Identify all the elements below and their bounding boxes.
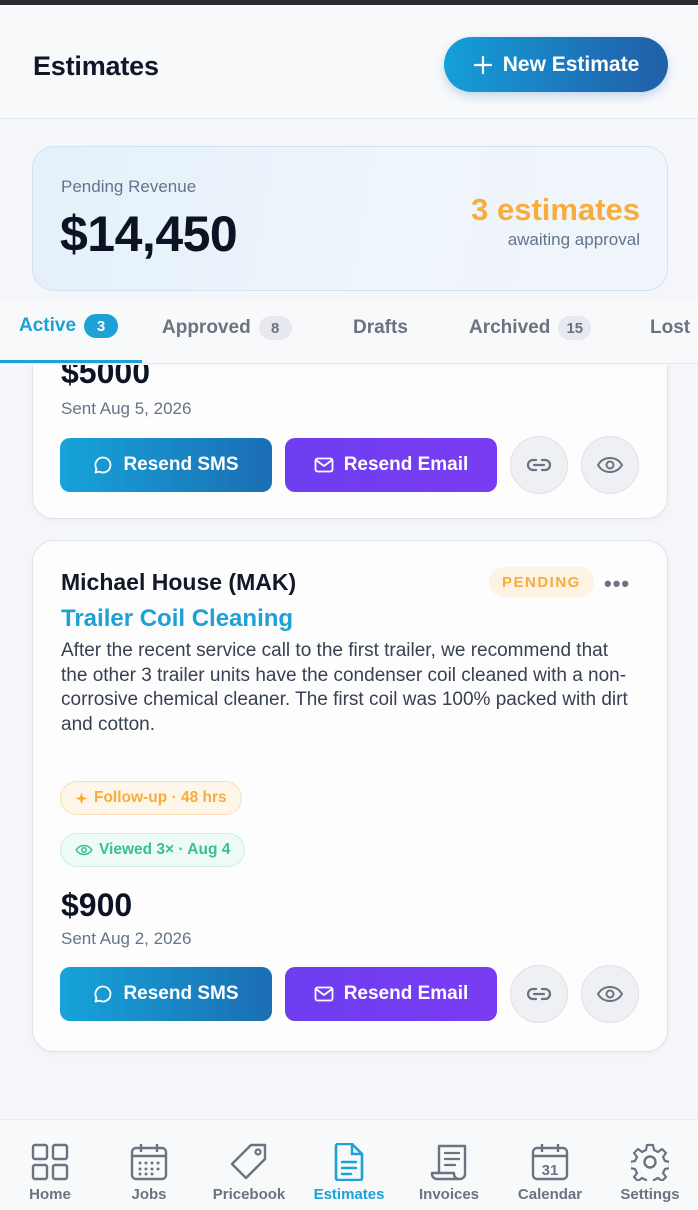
copy-link-button[interactable] [510, 965, 568, 1023]
chat-bubble-icon [94, 456, 112, 474]
eye-icon [596, 456, 624, 474]
tab-label: Lost [650, 317, 691, 338]
envelope-icon [314, 986, 334, 1002]
chat-bubble-icon [94, 985, 112, 1003]
tab-active[interactable]: Active 3 [19, 314, 119, 338]
new-estimate-label: New Estimate [502, 52, 640, 76]
nav-label: Settings [620, 1186, 680, 1203]
resend-email-button[interactable]: Resend Email [285, 438, 497, 492]
nav-jobs[interactable]: Jobs [99, 1120, 199, 1210]
estimate-card[interactable]: Michael House (MAK) PENDING ••• Trailer … [32, 540, 668, 1052]
status-badge: PENDING [489, 567, 594, 597]
document-icon [334, 1143, 364, 1181]
new-estimate-button[interactable]: New Estimate [444, 37, 668, 92]
tab-label: Archived [469, 317, 551, 338]
eye-icon [596, 985, 624, 1003]
follow-up-label: Follow-up · 48 hrs [94, 789, 227, 806]
gear-icon [631, 1143, 669, 1181]
status-tabs: Active 3 Approved 8 Drafts Archived 15 L… [0, 300, 698, 364]
card-actions: Resend SMS Resend Email [60, 436, 639, 494]
estimate-description: After the recent service call to the fir… [61, 640, 628, 735]
tab-count-badge: 15 [558, 316, 592, 340]
tab-approved[interactable]: Approved 8 [162, 316, 292, 340]
nav-invoices[interactable]: Invoices [399, 1120, 499, 1210]
nav-label: Estimates [313, 1186, 385, 1203]
nav-pricebook[interactable]: Pricebook [199, 1120, 299, 1210]
estimate-amount: $900 [61, 887, 133, 923]
estimate-title[interactable]: Trailer Coil Cleaning [61, 605, 293, 633]
app-header: Estimates New Estimate [0, 5, 698, 119]
nav-label: Jobs [131, 1186, 167, 1203]
tab-archived[interactable]: Archived 15 [469, 316, 592, 340]
sent-date: Sent Aug 5, 2026 [61, 399, 192, 418]
pending-revenue-label: Pending Revenue [61, 177, 197, 196]
resend-sms-button[interactable]: Resend SMS [60, 438, 272, 492]
active-tab-indicator [0, 360, 142, 363]
tab-count-badge: 3 [84, 314, 119, 338]
plus-icon [473, 55, 492, 74]
sent-date: Sent Aug 2, 2026 [61, 929, 192, 948]
tab-lost[interactable]: Lost [650, 316, 690, 340]
awaiting-approval-label: awaiting approval [507, 230, 640, 249]
tab-label: Drafts [353, 317, 408, 338]
tab-drafts[interactable]: Drafts [353, 316, 408, 340]
nav-calendar[interactable]: 31 Calendar [500, 1120, 600, 1210]
tab-label: Approved [162, 317, 251, 338]
copy-link-button[interactable] [510, 436, 568, 494]
estimate-amount: $5000 [61, 365, 150, 390]
nav-home[interactable]: Home [0, 1120, 100, 1210]
calendar-day-number: 31 [542, 1162, 559, 1179]
nav-label: Pricebook [212, 1186, 286, 1203]
nav-label: Calendar [517, 1186, 583, 1203]
estimates-list[interactable]: $5000 Sent Aug 5, 2026 Resend SMS Resend… [0, 365, 698, 1119]
nav-estimates[interactable]: Estimates [299, 1120, 399, 1210]
eye-icon [75, 844, 93, 856]
pending-revenue-card: Pending Revenue $14,450 3 estimates awai… [32, 146, 668, 291]
pending-revenue-amount: $14,450 [60, 206, 238, 262]
estimate-card[interactable]: $5000 Sent Aug 5, 2026 Resend SMS Resend… [32, 365, 668, 519]
envelope-icon [314, 457, 334, 473]
bottom-navigation: Home Jobs Pricebook Estimates Invoices 3… [0, 1119, 698, 1210]
resend-email-button[interactable]: Resend Email [285, 967, 497, 1021]
customer-name: Michael House (MAK) [61, 569, 297, 595]
viewed-chip: Viewed 3× · Aug 4 [60, 833, 246, 867]
resend-email-label: Resend Email [343, 983, 469, 1004]
nav-label: Invoices [418, 1186, 480, 1203]
viewed-label: Viewed 3× · Aug 4 [99, 841, 231, 858]
estimates-count: 3 estimates [471, 192, 640, 227]
card-actions: Resend SMS Resend Email [60, 965, 639, 1023]
grid-icon [31, 1143, 69, 1181]
preview-button[interactable] [581, 436, 639, 494]
sparkle-icon [75, 791, 88, 805]
resend-sms-label: Resend SMS [123, 983, 239, 1004]
receipt-icon [430, 1144, 467, 1181]
more-options-icon[interactable]: ••• [604, 571, 630, 597]
follow-up-chip: Follow-up · 48 hrs [60, 781, 242, 815]
calendar-icon: 31 [531, 1144, 569, 1181]
link-icon [526, 987, 552, 1001]
calendar-grid-icon [130, 1144, 168, 1181]
resend-email-label: Resend Email [343, 454, 469, 475]
nav-label: Home [29, 1186, 71, 1203]
preview-button[interactable] [581, 965, 639, 1023]
page-title: Estimates [33, 51, 159, 81]
tag-icon [230, 1143, 267, 1180]
resend-sms-button[interactable]: Resend SMS [60, 967, 272, 1021]
resend-sms-label: Resend SMS [123, 454, 239, 475]
tab-label: Active [19, 315, 77, 336]
tab-count-badge: 8 [258, 316, 292, 340]
nav-settings[interactable]: Settings [600, 1120, 698, 1210]
link-icon [526, 458, 552, 472]
